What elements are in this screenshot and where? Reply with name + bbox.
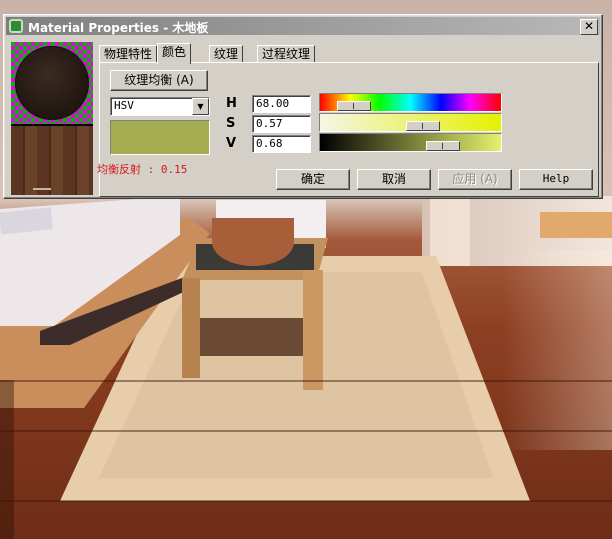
value-value: 0.68 xyxy=(256,137,283,150)
window-title: Material Properties - 木地板 xyxy=(28,21,209,35)
tab-texture[interactable]: 纹理 xyxy=(209,45,244,63)
saturation-value: 0.57 xyxy=(256,117,283,130)
light-glow xyxy=(502,250,612,450)
light-glow xyxy=(430,196,470,266)
texture-balance-label: 纹理均衡 (A) xyxy=(124,73,194,87)
floor-seam xyxy=(0,430,612,432)
apply-button[interactable]: 应用 (A) xyxy=(438,169,512,190)
side-table-leg xyxy=(182,278,200,378)
saturation-slider[interactable] xyxy=(319,113,502,132)
floor-seam xyxy=(0,380,612,382)
saturation-slider-thumb[interactable] xyxy=(406,121,441,131)
side-table-shelf xyxy=(200,318,304,356)
value-field[interactable]: 0.68 xyxy=(252,135,311,153)
decor-bowl xyxy=(212,218,294,266)
close-button[interactable]: ✕ xyxy=(580,19,598,35)
preview-wood-texture xyxy=(11,126,93,195)
preview-marker xyxy=(33,188,51,190)
tab-color[interactable]: 颜色 xyxy=(157,43,192,64)
hue-slider-thumb[interactable] xyxy=(337,101,372,111)
color-model-value: HSV xyxy=(114,99,134,112)
floor-seam xyxy=(0,500,612,502)
ok-label: 确定 xyxy=(300,172,325,186)
cancel-button[interactable]: 取消 xyxy=(357,169,431,190)
chevron-down-icon[interactable]: ▼ xyxy=(192,98,209,115)
color-swatch[interactable] xyxy=(110,120,210,155)
shadow xyxy=(0,380,14,539)
preview-sphere xyxy=(15,46,89,120)
cancel-label: 取消 xyxy=(381,172,406,186)
material-properties-dialog: Material Properties - 木地板 ✕ 物理特性 颜色 纹理 过… xyxy=(3,14,603,199)
apply-label: 应用 (A) xyxy=(452,172,498,186)
color-model-select[interactable]: HSV ▼ xyxy=(110,97,210,116)
hue-label: H xyxy=(226,96,237,111)
value-slider-thumb[interactable] xyxy=(426,141,461,151)
value-slider[interactable] xyxy=(319,133,502,152)
hue-value: 68.00 xyxy=(256,97,290,110)
help-label: Help xyxy=(542,172,570,185)
side-table-leg xyxy=(303,270,323,390)
texture-balance-button[interactable]: 纹理均衡 (A) xyxy=(110,70,208,91)
material-app-icon xyxy=(9,19,23,33)
reflect-balance-label: 均衡反射 : 0.15 xyxy=(97,163,188,176)
tab-physical-properties[interactable]: 物理特性 xyxy=(99,45,158,63)
hue-field[interactable]: 68.00 xyxy=(252,95,311,113)
help-button[interactable]: Help xyxy=(519,169,593,190)
value-label: V xyxy=(226,136,237,151)
hue-slider[interactable] xyxy=(319,93,502,112)
saturation-label: S xyxy=(226,116,236,131)
saturation-field[interactable]: 0.57 xyxy=(252,115,311,133)
tab-procedural-texture[interactable]: 过程纹理 xyxy=(257,45,316,63)
shelf xyxy=(540,212,612,238)
ok-button[interactable]: 确定 xyxy=(276,169,350,190)
title-bar[interactable]: Material Properties - 木地板 ✕ xyxy=(6,17,600,35)
material-preview xyxy=(11,42,93,195)
